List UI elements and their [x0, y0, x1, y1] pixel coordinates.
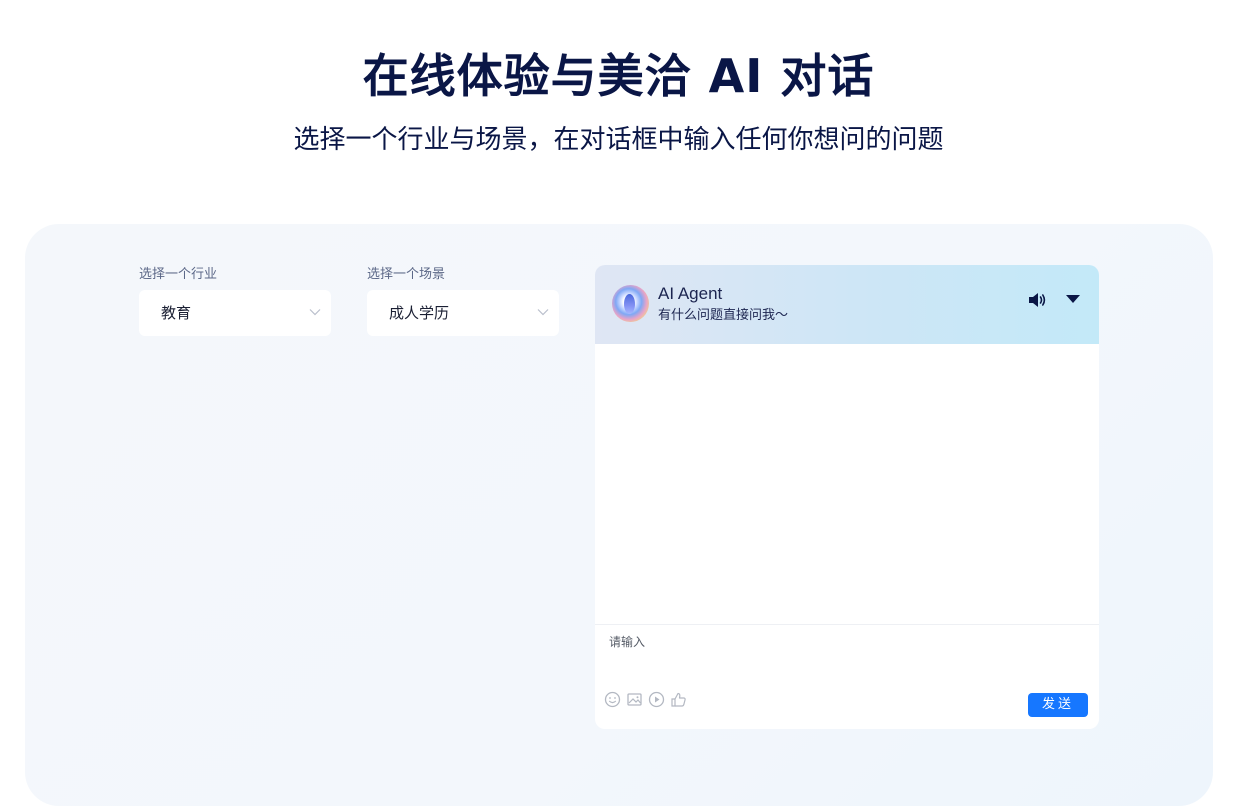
- page: 在线体验与美洽 AI 对话 选择一个行业与场景，在对话框中输入任何你想问的问题 …: [0, 0, 1253, 806]
- scenario-select[interactable]: 成人学历: [367, 290, 559, 336]
- industry-label: 选择一个行业: [139, 267, 218, 282]
- agent-avatar: [612, 285, 649, 322]
- speaker-icon[interactable]: [1026, 289, 1048, 311]
- scenario-select-value: 成人学历: [389, 304, 450, 322]
- page-title: 在线体验与美洽 AI 对话: [362, 49, 875, 103]
- emoji-icon[interactable]: [604, 691, 621, 708]
- agent-subtitle: 有什么问题直接问我～: [658, 308, 789, 323]
- industry-select[interactable]: 教育: [139, 290, 331, 336]
- chevron-down-icon: [537, 309, 549, 316]
- message-input[interactable]: [609, 633, 1085, 683]
- thumbs-up-icon[interactable]: [670, 691, 687, 708]
- chat-widget: AI Agent 有什么问题直接问我～ 请输入 发送: [595, 265, 1099, 729]
- page-subtitle: 选择一个行业与场景，在对话框中输入任何你想问的问题: [293, 125, 944, 155]
- chat-header: AI Agent 有什么问题直接问我～: [595, 265, 1099, 344]
- chevron-down-icon: [309, 309, 321, 316]
- scenario-label: 选择一个场景: [367, 267, 446, 282]
- industry-select-value: 教育: [161, 304, 192, 322]
- caret-down-icon[interactable]: [1065, 291, 1081, 307]
- video-icon[interactable]: [648, 691, 665, 708]
- input-divider: [595, 624, 1099, 625]
- image-icon[interactable]: [626, 691, 643, 708]
- message-list: [595, 344, 1099, 624]
- send-button[interactable]: 发送: [1028, 693, 1088, 717]
- agent-name: AI Agent: [658, 284, 723, 303]
